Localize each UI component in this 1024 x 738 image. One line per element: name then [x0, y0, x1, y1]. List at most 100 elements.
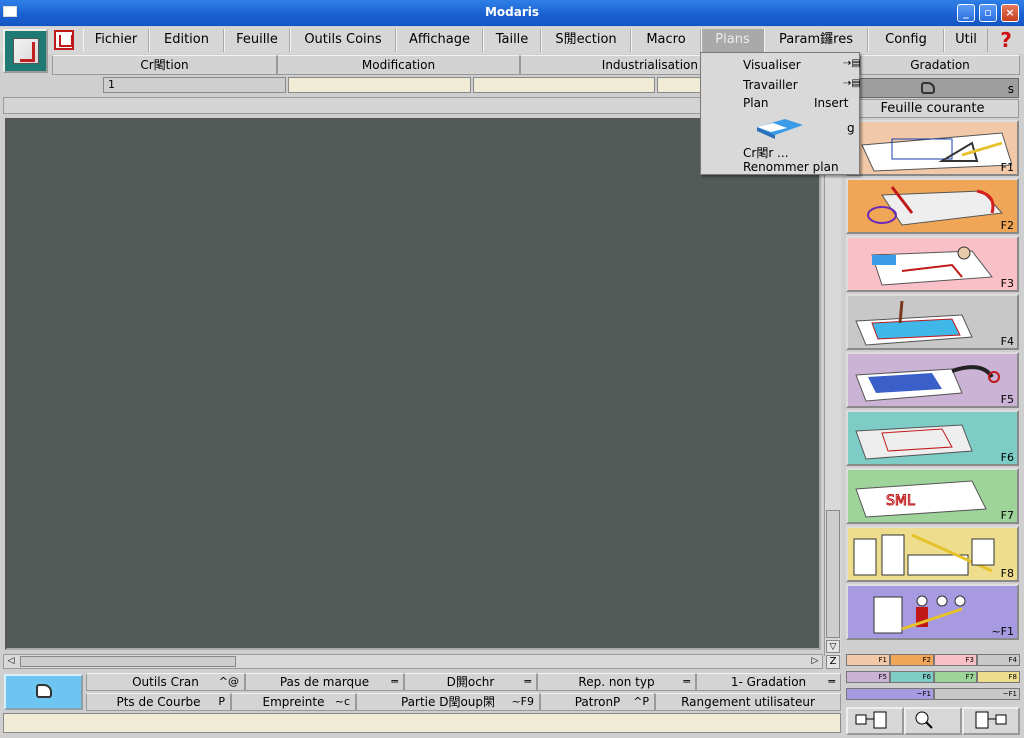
people-garment-icon — [873, 595, 966, 634]
menu-config[interactable]: Config — [868, 29, 944, 52]
menu-taille[interactable]: Taille — [483, 29, 541, 52]
status-bar — [3, 713, 841, 733]
feuille-courante-button[interactable]: Feuille courante — [846, 99, 1019, 118]
tool-shortcut: ^@ — [218, 675, 239, 688]
fkey-label: F8 — [1000, 567, 1014, 580]
scroll-down-icon[interactable]: ▽ — [826, 640, 840, 653]
hand-tool-button[interactable] — [4, 674, 83, 710]
menu-macro[interactable]: Macro — [631, 29, 701, 52]
minimize-button[interactable]: _ — [957, 4, 975, 22]
title-bar: Modaris _ ▫ × — [0, 0, 1024, 26]
tool-pas-de-marque[interactable]: Pas de marque ═ — [245, 673, 404, 691]
field-sheet-number[interactable]: 1 — [103, 77, 286, 93]
right-panel-letter: s — [1007, 82, 1014, 96]
field-3[interactable] — [473, 77, 655, 93]
fkey-label: ~F1 — [991, 625, 1014, 638]
scroll-right-icon[interactable]: ▷ — [808, 655, 822, 668]
menu-item-accelerator: Insert — [814, 96, 849, 110]
fkey-f5-button[interactable]: F5 — [846, 352, 1019, 408]
tool-label: Partie D閏oup閑 — [400, 695, 496, 709]
tab-gradation[interactable]: Gradation — [860, 55, 1020, 75]
horizontal-scrollbar[interactable]: ◁ ▷ — [3, 654, 823, 669]
fkey-f1-button[interactable]: F1 — [846, 120, 1019, 176]
fkey-label: F1 — [1000, 161, 1014, 174]
garment-table-icon — [853, 533, 995, 576]
fill-pattern-icon — [855, 300, 973, 346]
horizontal-scroll-thumb[interactable] — [20, 656, 236, 667]
chip-f2[interactable]: F2 — [890, 654, 934, 666]
tool-label: D閞ochr — [446, 675, 495, 689]
menu-util[interactable]: Util — [944, 29, 988, 52]
tool-patronp[interactable]: PatronP ^P — [540, 693, 655, 711]
previous-sheet-icon — [855, 711, 887, 729]
chip-f8[interactable]: F8 — [977, 671, 1020, 683]
menu-item-label: Travailler — [743, 78, 798, 92]
zoom-z-button[interactable]: Z — [826, 655, 840, 669]
tool-rep-non-type[interactable]: Rep. non typ ═ — [537, 673, 696, 691]
tool-dropdown-icon: ═ — [683, 675, 690, 688]
chip-f4[interactable]: F4 — [977, 654, 1020, 666]
chip-f1[interactable]: F1 — [846, 654, 890, 666]
fkey-f4-button[interactable]: F4 — [846, 294, 1019, 350]
menu-item-creer[interactable]: Cr閐r ... — [743, 144, 789, 161]
tab-modification[interactable]: Modification — [277, 55, 520, 75]
fkey-label: F6 — [1000, 451, 1014, 464]
fkey-f8-button[interactable]: F8 — [846, 526, 1019, 582]
scroll-left-icon[interactable]: ◁ — [4, 655, 18, 668]
tool-shortcut: ^P — [633, 695, 649, 708]
fkey-f2-button[interactable]: F2 — [846, 178, 1019, 234]
tool-shortcut: ~c — [334, 695, 350, 708]
zoom-button[interactable] — [904, 707, 962, 735]
menu-edition[interactable]: Edition — [149, 29, 224, 52]
menu-affichage[interactable]: Affichage — [396, 29, 483, 52]
tab-industrialisation[interactable]: Industrialisation — [520, 55, 701, 75]
magnifier-icon — [915, 711, 933, 729]
menu-selection[interactable]: S閒ection — [541, 29, 631, 52]
maximize-button[interactable]: ▫ — [979, 4, 997, 22]
modaris-logo-icon[interactable] — [3, 29, 48, 73]
menu-item-travailler[interactable]: Travailler ⇢▤ — [743, 78, 861, 92]
fkey-label: F5 — [1000, 393, 1014, 406]
tool-gradation[interactable]: 1- Gradation ═ — [696, 673, 841, 691]
menu-item-plan[interactable]: Plan Insert — [743, 96, 848, 110]
hand-icon — [36, 684, 52, 698]
field-2[interactable] — [288, 77, 471, 93]
menu-plans[interactable]: Plans — [701, 29, 764, 52]
tool-label: Pas de marque — [279, 675, 370, 689]
tool-derocher[interactable]: D閞ochr ═ — [404, 673, 537, 691]
work-canvas[interactable] — [5, 118, 821, 650]
tab-creation[interactable]: Cr閐tion — [52, 55, 277, 75]
tool-empreinte[interactable]: Empreinte ~c — [231, 693, 356, 711]
fkey-f6-button[interactable]: F6 — [846, 410, 1019, 466]
tool-pts-de-courbe[interactable]: Pts de Courbe P — [86, 693, 231, 711]
chip-f7[interactable]: F7 — [934, 671, 977, 683]
next-sheet-button[interactable] — [962, 707, 1020, 735]
previous-sheet-button[interactable] — [846, 707, 904, 735]
tool-partie-decoupee[interactable]: Partie D閏oup閑 ~F9 — [356, 693, 540, 711]
vertical-scroll-thumb[interactable] — [826, 510, 840, 638]
chip-shift-f1-b[interactable]: ~F1 — [934, 688, 1020, 700]
menu-fichier[interactable]: Fichier — [83, 29, 149, 52]
fkey-f7-button[interactable]: SML F7 — [846, 468, 1019, 524]
submenu-arrow-icon: ⇢▤ — [843, 78, 861, 89]
chip-f3[interactable]: F3 — [934, 654, 977, 666]
menu-item-renommer-plan[interactable]: Renommer plan — [743, 160, 839, 174]
field-4[interactable] — [657, 77, 701, 93]
menu-feuille[interactable]: Feuille — [224, 29, 290, 52]
menu-outils-coins[interactable]: Outils Coins — [290, 29, 396, 52]
vertical-scrollbar[interactable]: ▽ — [824, 118, 841, 656]
chip-shift-f1[interactable]: ~F1 — [846, 688, 934, 700]
close-button[interactable]: × — [1001, 4, 1019, 22]
tool-label: Outils Cran — [132, 675, 199, 689]
chip-f6[interactable]: F6 — [890, 671, 934, 683]
chip-f5[interactable]: F5 — [846, 671, 890, 683]
help-icon[interactable]: ? — [992, 29, 1020, 52]
eraser-accelerator: g — [847, 121, 855, 135]
fkey-shift-f1-button[interactable]: ~F1 — [846, 584, 1019, 640]
eraser-icon[interactable] — [753, 113, 809, 139]
tool-outils-cran[interactable]: Outils Cran ^@ — [86, 673, 245, 691]
menu-item-visualiser[interactable]: Visualiser ⇢▤ — [743, 58, 861, 72]
tool-rangement-utilisateur[interactable]: Rangement utilisateur — [655, 693, 841, 711]
menu-parametres[interactable]: Param鑼res — [764, 29, 868, 52]
fkey-f3-button[interactable]: F3 — [846, 236, 1019, 292]
